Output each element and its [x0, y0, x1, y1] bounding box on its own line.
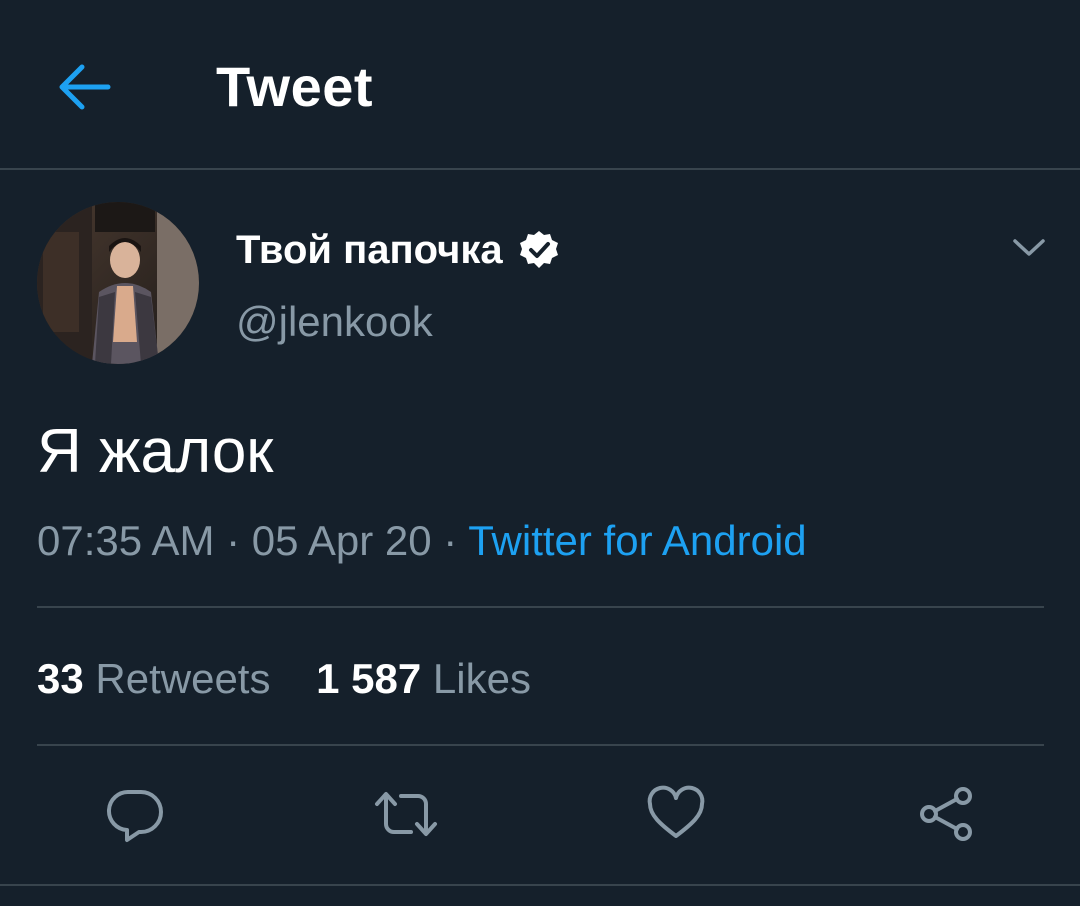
reply-button[interactable] — [105, 784, 165, 844]
divider — [37, 606, 1044, 608]
share-icon — [920, 787, 972, 841]
retweet-button[interactable] — [373, 784, 437, 844]
heart-icon — [647, 785, 705, 838]
more-options-button[interactable] — [1006, 224, 1052, 270]
tweet-date: 05 Apr 20 — [251, 517, 432, 564]
tweet-stats: 33 Retweets 1 587 Likes — [37, 650, 531, 708]
back-button[interactable] — [50, 52, 120, 122]
retweets-label: Retweets — [95, 655, 271, 702]
tweet-time: 07:35 AM — [37, 517, 215, 564]
avatar[interactable] — [37, 202, 199, 364]
retweets-count: 33 — [37, 655, 84, 702]
bottom-divider — [0, 884, 1080, 886]
avatar-photo — [37, 202, 199, 364]
likes-stat[interactable]: 1 587 Likes — [316, 650, 531, 708]
like-button[interactable] — [646, 784, 706, 844]
divider — [37, 744, 1044, 746]
author-handle: @jlenkook — [236, 298, 433, 345]
likes-label: Likes — [432, 655, 531, 702]
tweet-source-link[interactable]: Twitter for Android — [468, 517, 806, 564]
top-bar: Tweet — [0, 0, 1080, 170]
arrow-left-icon — [59, 64, 111, 110]
meta-separator: · — [214, 517, 252, 564]
share-button[interactable] — [915, 784, 975, 844]
display-name: Твой папочка — [236, 228, 503, 272]
meta-separator: · — [431, 517, 469, 564]
likes-count: 1 587 — [316, 655, 422, 702]
retweet-icon — [375, 792, 437, 836]
tweet-text: Я жалок — [37, 417, 274, 486]
author-name-row[interactable]: Твой папочка — [236, 222, 561, 278]
page-title: Tweet — [216, 55, 374, 118]
reply-icon — [106, 789, 163, 842]
tweet-meta: 07:35 AM · 05 Apr 20 · Twitter for Andro… — [37, 512, 807, 570]
chevron-down-icon — [1013, 239, 1045, 256]
verified-badge-icon — [519, 231, 558, 268]
retweets-stat[interactable]: 33 Retweets — [37, 650, 270, 708]
